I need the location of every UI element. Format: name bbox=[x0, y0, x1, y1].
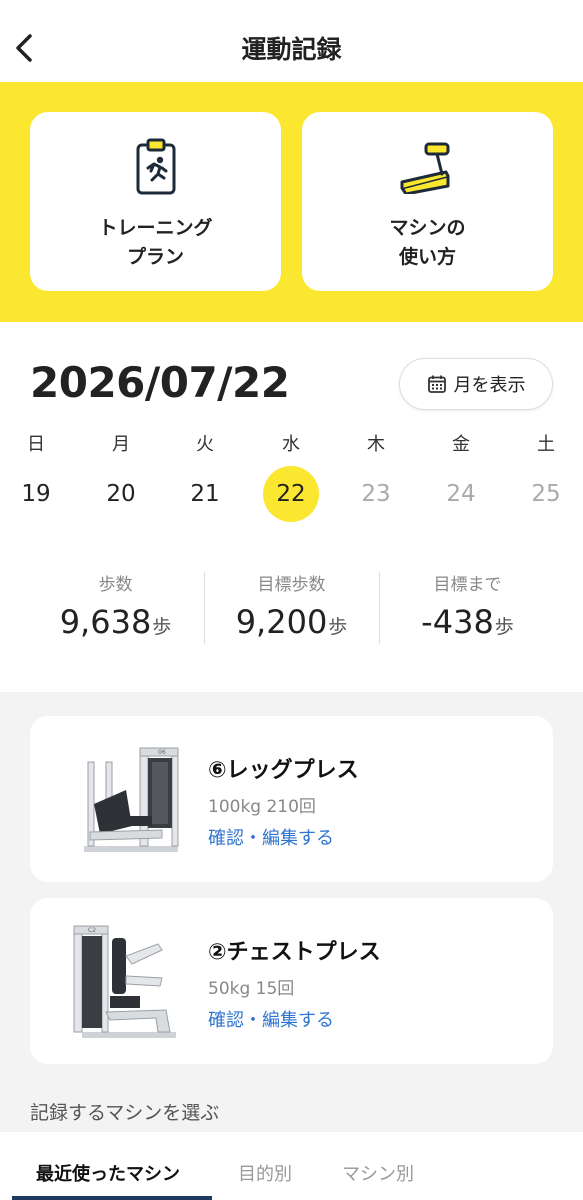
page-title: 運動記録 bbox=[241, 35, 342, 64]
day-number-selected[interactable]: 22 bbox=[263, 466, 319, 522]
day-of-week-label: 金 bbox=[452, 434, 470, 455]
stat-unit: 歩 bbox=[494, 616, 514, 638]
day-saturday: 土 25 bbox=[516, 430, 576, 522]
record-machine-name: ②チェストプレス bbox=[208, 940, 381, 965]
shortcut-banner: トレーニング プラン マシンの 使い方 bbox=[0, 82, 583, 322]
section-label: 記録するマシンを選ぶ bbox=[30, 1102, 220, 1124]
machine-tabs: 最近使ったマシン 目的別 マシン別 bbox=[0, 1132, 583, 1200]
day-number-future: 24 bbox=[446, 481, 476, 507]
day-of-week-label: 木 bbox=[367, 434, 385, 455]
stat-remaining: 目標まで -438歩 bbox=[380, 570, 555, 641]
day-sunday: 日 19 bbox=[6, 430, 66, 522]
stat-goal-steps: 目標歩数 9,200歩 bbox=[204, 570, 379, 641]
chest-press-machine-image: C2 bbox=[66, 916, 196, 1046]
show-month-button[interactable]: 月を表示 bbox=[399, 358, 553, 410]
selected-date: 2026/07/22 bbox=[30, 358, 290, 407]
machine-usage-label-line1: マシンの bbox=[389, 217, 466, 239]
stat-divider bbox=[379, 572, 380, 644]
day-tuesday: 火 21 bbox=[175, 430, 235, 522]
show-month-label: 月を表示 bbox=[453, 375, 526, 396]
svg-text:06: 06 bbox=[158, 749, 166, 756]
stat-label: 目標まで bbox=[433, 575, 502, 595]
record-card[interactable]: C2 ②チェストプレス 50kg 15回 確認・編集する bbox=[30, 898, 553, 1064]
record-card[interactable]: 06 ⑥レッグプレス 100kg 210回 確認・編集する bbox=[30, 716, 553, 882]
stat-label: 目標歩数 bbox=[257, 575, 326, 595]
stat-value: 9,200歩 bbox=[204, 603, 379, 641]
day-of-week-label: 日 bbox=[27, 434, 45, 455]
week-strip: 日 19 月 20 火 21 水 22 木 23 金 24 土 25 bbox=[0, 430, 583, 530]
step-stats: 歩数 9,638歩 目標歩数 9,200歩 目標まで -438歩 bbox=[0, 570, 583, 645]
machine-usage-card[interactable]: マシンの 使い方 bbox=[302, 112, 553, 291]
tab-recent-machines[interactable]: 最近使ったマシン bbox=[36, 1160, 180, 1186]
stat-unit: 歩 bbox=[152, 616, 172, 638]
training-plan-label: トレーニング プラン bbox=[30, 214, 281, 272]
day-monday: 月 20 bbox=[91, 430, 151, 522]
day-of-week-label: 火 bbox=[196, 434, 214, 455]
calendar-icon bbox=[427, 375, 446, 393]
stat-number: 9,200 bbox=[235, 603, 328, 641]
day-thursday: 木 23 bbox=[346, 430, 406, 522]
stat-number: -438 bbox=[421, 603, 494, 641]
active-tab-indicator bbox=[12, 1196, 212, 1200]
tab-by-purpose[interactable]: 目的別 bbox=[238, 1160, 292, 1186]
day-number-future: 23 bbox=[361, 481, 391, 507]
day-number[interactable]: 21 bbox=[177, 466, 233, 522]
record-detail: 50kg 15回 bbox=[208, 979, 295, 999]
day-of-week-label: 土 bbox=[537, 434, 555, 455]
clipboard-runner-icon bbox=[136, 138, 175, 195]
stat-value: -438歩 bbox=[380, 603, 555, 641]
day-wednesday: 水 22 bbox=[261, 430, 321, 522]
header: 運動記録 bbox=[0, 0, 583, 82]
record-edit-link[interactable]: 確認・編集する bbox=[208, 1006, 334, 1032]
record-detail: 100kg 210回 bbox=[208, 797, 316, 817]
stat-divider bbox=[204, 572, 205, 644]
day-of-week-label: 月 bbox=[112, 434, 130, 455]
machine-usage-label: マシンの 使い方 bbox=[302, 214, 553, 272]
training-plan-card[interactable]: トレーニング プラン bbox=[30, 112, 281, 291]
day-friday: 金 24 bbox=[431, 430, 491, 522]
stat-label: 歩数 bbox=[98, 575, 133, 595]
stat-number: 9,638 bbox=[59, 603, 152, 641]
treadmill-icon bbox=[400, 142, 449, 194]
day-number-future: 25 bbox=[531, 481, 561, 507]
day-of-week-label: 水 bbox=[282, 434, 300, 455]
day-number[interactable]: 19 bbox=[8, 466, 64, 522]
svg-text:C2: C2 bbox=[88, 927, 96, 934]
record-machine-name: ⑥レッグプレス bbox=[208, 758, 359, 783]
day-number[interactable]: 20 bbox=[93, 466, 149, 522]
stat-value: 9,638歩 bbox=[28, 603, 203, 641]
stat-unit: 歩 bbox=[328, 616, 348, 638]
stat-steps: 歩数 9,638歩 bbox=[28, 570, 203, 641]
leg-press-machine-image: 06 bbox=[66, 734, 196, 864]
tab-by-machine[interactable]: マシン別 bbox=[342, 1160, 414, 1186]
record-edit-link[interactable]: 確認・編集する bbox=[208, 824, 334, 850]
machine-usage-label-line2: 使い方 bbox=[398, 246, 456, 268]
training-plan-label-line1: トレーニング bbox=[98, 217, 213, 239]
training-plan-label-line2: プラン bbox=[126, 246, 184, 268]
